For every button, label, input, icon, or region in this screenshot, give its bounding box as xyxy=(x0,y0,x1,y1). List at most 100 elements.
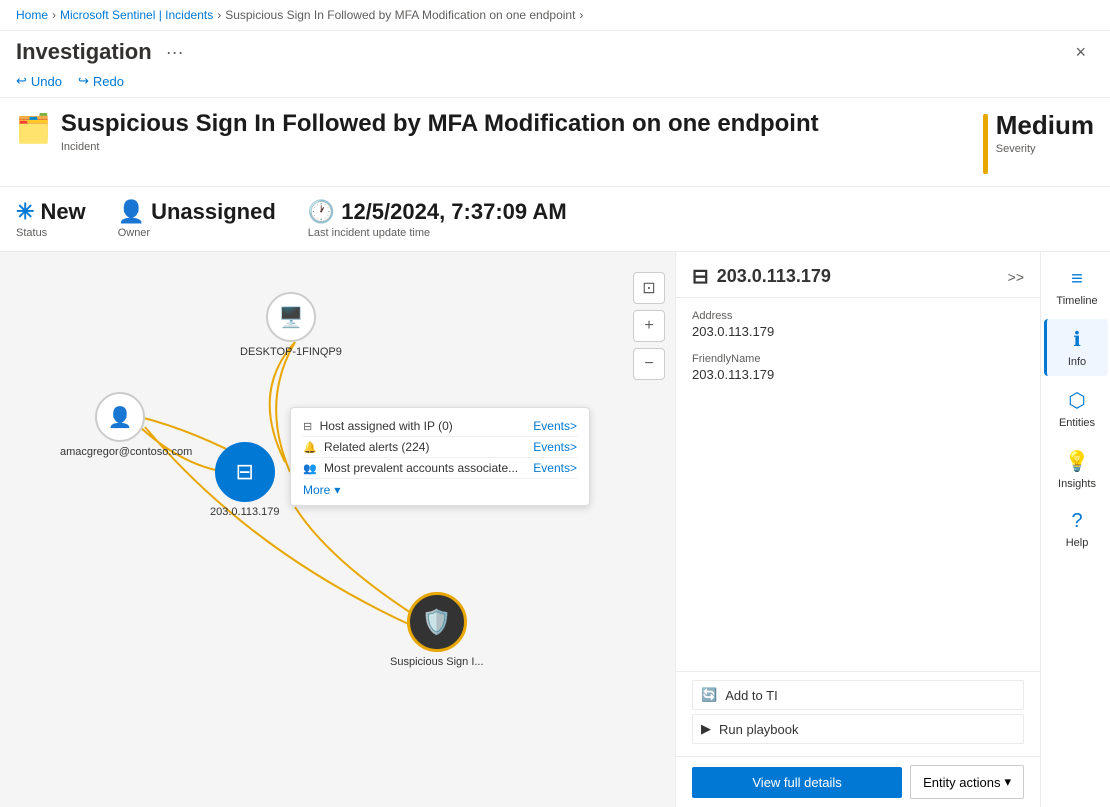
popup-row-1: 🔔 Related alerts (224) Events> xyxy=(303,437,577,458)
friendly-value: 203.0.113.179 xyxy=(692,367,1024,382)
add-to-ti-label: Add to TI xyxy=(725,688,778,703)
address-value: 203.0.113.179 xyxy=(692,324,1024,339)
entity-actions-label: Entity actions xyxy=(923,775,1000,790)
time-value: 🕐 12/5/2024, 7:37:09 AM xyxy=(308,199,567,225)
run-playbook-icon: ▶ xyxy=(701,721,711,737)
friendly-label: FriendlyName xyxy=(692,353,1024,365)
alert-circle: 🛡️ xyxy=(407,592,467,652)
popup-row-2-label: 👥 Most prevalent accounts associate... xyxy=(303,461,518,475)
popup-row-2-link[interactable]: Events> xyxy=(533,461,577,475)
severity-area: Medium Severity xyxy=(934,110,1094,174)
node-ip[interactable]: ⊟ 203.0.113.179 xyxy=(210,442,280,518)
detail-body: Address 203.0.113.179 FriendlyName 203.0… xyxy=(676,298,1040,671)
breadcrumb: Home › Microsoft Sentinel | Incidents › … xyxy=(0,0,1110,31)
zoom-in-button[interactable]: + xyxy=(633,310,665,342)
insights-label: Insights xyxy=(1058,478,1096,490)
sidebar-item-entities[interactable]: ⬡ Entities xyxy=(1044,380,1108,437)
time-item: 🕐 12/5/2024, 7:37:09 AM Last incident up… xyxy=(308,199,567,239)
ip-circle: ⊟ xyxy=(215,442,275,502)
alert-label: Suspicious Sign I... xyxy=(390,656,484,668)
status-label: Status xyxy=(16,227,86,239)
time-text: 12/5/2024, 7:37:09 AM xyxy=(341,199,566,225)
desktop-label: DESKTOP-1FINQP9 xyxy=(240,346,342,358)
info-label: Info xyxy=(1068,356,1086,368)
undo-label: Undo xyxy=(31,74,62,89)
insights-icon: 💡 xyxy=(1065,449,1090,474)
owner-text: Unassigned xyxy=(151,199,276,225)
help-label: Help xyxy=(1066,537,1089,549)
add-to-ti-button[interactable]: 🔄 Add to TI xyxy=(692,680,1024,710)
node-alert[interactable]: 🛡️ Suspicious Sign I... xyxy=(390,592,484,668)
chevron-down-icon: ▾ xyxy=(334,483,340,497)
sidebar-item-timeline[interactable]: ≡ Timeline xyxy=(1044,260,1108,315)
user-label: amacgregor@contoso.com xyxy=(60,446,180,458)
view-full-details-button[interactable]: View full details xyxy=(692,767,902,798)
popup-row-0: ⊟ Host assigned with IP (0) Events> xyxy=(303,416,577,437)
zoom-out-button[interactable]: − xyxy=(633,348,665,380)
undo-icon: ↩ xyxy=(16,73,27,89)
sidebar-item-help[interactable]: ? Help xyxy=(1044,502,1108,557)
popup-row-1-link[interactable]: Events> xyxy=(533,440,577,454)
investigation-main: 🖥️ DESKTOP-1FINQP9 👤 amacgregor@contoso.… xyxy=(0,252,1110,807)
status-value: ✳ New xyxy=(16,199,86,225)
ip-label: 203.0.113.179 xyxy=(210,506,280,518)
node-user[interactable]: 👤 amacgregor@contoso.com xyxy=(60,392,180,458)
owner-icon: 👤 xyxy=(118,199,145,225)
incident-icon: 🗂️ xyxy=(16,112,51,145)
popup-row-0-label: ⊟ Host assigned with IP (0) xyxy=(303,419,453,433)
detail-field-friendly: FriendlyName 203.0.113.179 xyxy=(692,353,1024,382)
time-label: Last incident update time xyxy=(308,227,567,239)
help-icon: ? xyxy=(1071,510,1082,533)
user-circle: 👤 xyxy=(95,392,145,442)
info-icon: ℹ xyxy=(1073,327,1081,352)
popup-card: ⊟ Host assigned with IP (0) Events> 🔔 Re… xyxy=(290,407,590,506)
run-playbook-button[interactable]: ▶ Run playbook xyxy=(692,714,1024,744)
owner-label: Owner xyxy=(118,227,276,239)
breadcrumb-home[interactable]: Home xyxy=(16,8,48,22)
ellipsis-button[interactable]: ··· xyxy=(160,40,190,65)
detail-header: ⊟ 203.0.113.179 >> xyxy=(676,252,1040,298)
detail-field-address: Address 203.0.113.179 xyxy=(692,310,1024,339)
status-item: ✳ New Status xyxy=(16,199,86,239)
incident-bar: 🗂️ Suspicious Sign In Followed by MFA Mo… xyxy=(0,98,1110,187)
alerts-icon: 🔔 xyxy=(303,442,317,454)
status-icon: ✳ xyxy=(16,199,34,225)
more-label: More xyxy=(303,483,330,497)
host-icon: ⊟ xyxy=(303,421,312,433)
incident-title-area: 🗂️ Suspicious Sign In Followed by MFA Mo… xyxy=(16,110,934,153)
timeline-label: Timeline xyxy=(1056,295,1097,307)
breadcrumb-incidents[interactable]: Microsoft Sentinel | Incidents xyxy=(60,8,213,22)
right-sidebar: ≡ Timeline ℹ Info ⬡ Entities 💡 Insights … xyxy=(1040,252,1110,807)
address-label: Address xyxy=(692,310,1024,322)
node-desktop[interactable]: 🖥️ DESKTOP-1FINQP9 xyxy=(240,292,342,358)
popup-row-0-link[interactable]: Events> xyxy=(533,419,577,433)
sidebar-item-insights[interactable]: 💡 Insights xyxy=(1044,441,1108,498)
detail-actions: 🔄 Add to TI ▶ Run playbook xyxy=(676,671,1040,756)
sidebar-item-info[interactable]: ℹ Info xyxy=(1044,319,1108,376)
graph-area: 🖥️ DESKTOP-1FINQP9 👤 amacgregor@contoso.… xyxy=(0,252,675,807)
timeline-icon: ≡ xyxy=(1071,268,1083,291)
popup-row-1-label: 🔔 Related alerts (224) xyxy=(303,440,429,454)
breadcrumb-current: Suspicious Sign In Followed by MFA Modif… xyxy=(225,8,575,22)
popup-row-2: 👥 Most prevalent accounts associate... E… xyxy=(303,458,577,479)
add-to-ti-icon: 🔄 xyxy=(701,687,717,703)
chevron-down-icon: ▾ xyxy=(1004,774,1011,790)
popup-more[interactable]: More ▾ xyxy=(303,483,577,497)
desktop-circle: 🖥️ xyxy=(266,292,316,342)
severity-indicator xyxy=(983,114,988,174)
entities-label: Entities xyxy=(1059,417,1095,429)
status-text: New xyxy=(40,199,85,225)
incident-title: Suspicious Sign In Followed by MFA Modif… xyxy=(61,110,819,139)
status-row: ✳ New Status 👤 Unassigned Owner 🕐 12/5/2… xyxy=(0,187,1110,252)
redo-icon: ↪ xyxy=(78,73,89,89)
entities-icon: ⬡ xyxy=(1068,388,1085,413)
owner-value: 👤 Unassigned xyxy=(118,199,276,225)
run-playbook-label: Run playbook xyxy=(719,722,799,737)
fit-view-button[interactable]: ⊡ xyxy=(633,272,665,304)
undo-button[interactable]: ↩ Undo xyxy=(16,73,62,89)
close-button[interactable]: × xyxy=(1067,40,1094,65)
redo-button[interactable]: ↪ Redo xyxy=(78,73,124,89)
toolbar: ↩ Undo ↪ Redo xyxy=(0,69,1110,98)
entity-actions-button[interactable]: Entity actions ▾ xyxy=(910,765,1024,799)
expand-button[interactable]: >> xyxy=(1008,269,1024,285)
